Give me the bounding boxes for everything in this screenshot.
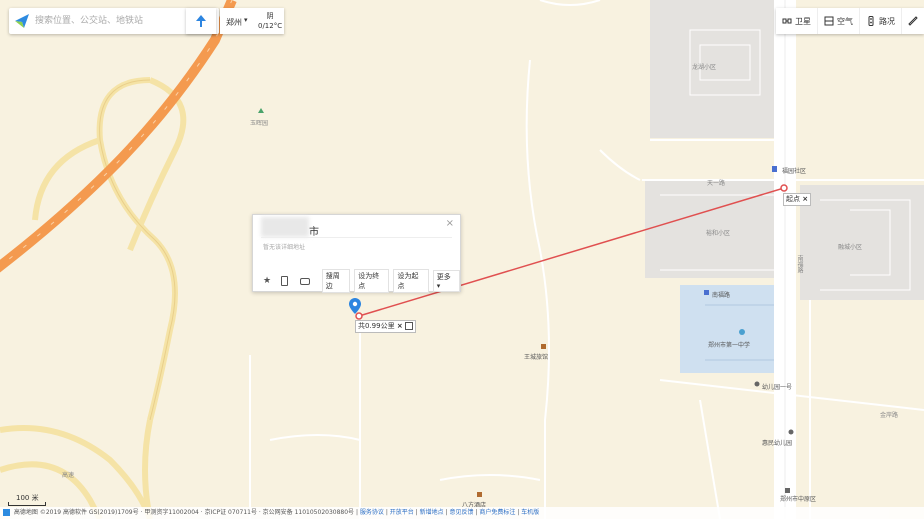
footer-link-feedback[interactable]: 意见反馈 (449, 509, 473, 516)
chevron-down-icon: ▾ (244, 16, 248, 24)
footer-link-terms[interactable]: 服务协议 (360, 509, 384, 516)
city-name[interactable]: 郑州 (226, 17, 242, 28)
footer-logo-icon (3, 509, 10, 516)
set-origin-button[interactable]: 设为起点 (393, 269, 429, 293)
map-toolbar: 卫星 空气 路况 (776, 8, 924, 34)
popup-divider (261, 237, 452, 238)
hotel-icon (541, 344, 546, 349)
kindergarten2-icon (788, 429, 794, 435)
kindergarten-icon (754, 381, 760, 387)
measure-start-tag: 起点 × (783, 193, 812, 206)
office-icon (785, 488, 790, 493)
campus-icon (739, 329, 745, 335)
ruler-toggle[interactable] (902, 8, 924, 34)
satellite-toggle[interactable]: 卫星 (776, 8, 818, 34)
map-label-road-south: 南福路 (712, 292, 731, 299)
map-label-mid-block: 天一路 (707, 180, 726, 187)
directions-button[interactable] (186, 8, 216, 34)
footer-link-open-platform[interactable]: 开放平台 (390, 509, 414, 516)
directions-icon (196, 15, 206, 27)
map-label-hotel: 王城旅馆 (524, 354, 549, 361)
measure-start-label: 起点 (786, 195, 800, 203)
measure-menu-icon[interactable] (404, 322, 413, 330)
air-icon (824, 16, 834, 26)
map-label-road-right: 金岸路 (880, 412, 899, 419)
map-label-kindergarten: 幼儿园一号 (762, 384, 793, 391)
weather-temperature: 0/12°C (258, 22, 283, 30)
satellite-icon (782, 18, 792, 24)
footer-copyright: 高德地图 ©2019 高德软件 GS(2019)1709号 · 甲测资字1100… (13, 509, 355, 516)
map-label-avenue: 南福路 (796, 255, 803, 273)
traffic-toggle[interactable]: 路况 (860, 8, 902, 34)
blurred-address (261, 217, 309, 237)
scale-label: 100 米 (16, 494, 39, 502)
air-toggle[interactable]: 空气 (818, 8, 860, 34)
car-icon[interactable] (299, 277, 310, 285)
popup-subtitle: 暂无该详细地址 (263, 244, 306, 251)
map-label-far-left: 高速 (62, 472, 75, 479)
footer-link-add-place[interactable]: 新增地点 (420, 509, 444, 516)
favorite-star-icon[interactable]: ★ (263, 276, 271, 286)
remove-measure-icon[interactable]: × (397, 322, 403, 330)
popup-actions: ★ 搜周边 设为终点 设为起点 更多 ▾ (263, 269, 460, 293)
traffic-icon (868, 16, 874, 26)
footer: 高德地图 ©2019 高德软件 GS(2019)1709号 · 甲测资字1100… (0, 507, 924, 519)
map-scale: 100 米 (8, 493, 46, 506)
search-nearby-button[interactable]: 搜周边 (321, 269, 351, 293)
weather-condition: 阴 (266, 12, 274, 20)
popup-title: 市 (309, 227, 319, 238)
air-label: 空气 (837, 16, 853, 26)
footer-link-merchant[interactable]: 商户免费标注 (479, 509, 515, 516)
measure-end-point[interactable] (355, 312, 363, 320)
map-label-school-top: 裕和小区 (706, 230, 731, 237)
map-label-school: 郑州市第一中学 (708, 342, 751, 349)
ruler-icon (908, 16, 918, 26)
restaurant-icon (477, 492, 482, 497)
remove-start-icon[interactable]: × (802, 195, 808, 203)
more-label: 更多 (436, 273, 451, 281)
traffic-label: 路况 (879, 16, 895, 26)
map-label-villa: 玉晖园 (250, 120, 269, 127)
building-icon (772, 166, 777, 172)
satellite-label: 卫星 (795, 16, 811, 26)
measure-start-point[interactable] (780, 184, 788, 192)
close-icon[interactable]: × (446, 218, 454, 229)
measure-distance-label: 共0.99公里 (358, 322, 395, 330)
map-label-bottom-right: 郑州市中原区 (780, 496, 817, 503)
measure-distance-tag: 共0.99公里 × (355, 320, 416, 333)
phone-icon[interactable] (281, 276, 288, 286)
school-icon (704, 290, 709, 295)
weather-widget: 阴 0/12°C (258, 11, 282, 31)
search-input[interactable] (35, 11, 185, 31)
map-label-poi-top: 福园社区 (782, 168, 807, 175)
amap-logo-icon (15, 14, 29, 28)
city-selector[interactable]: 郑州 ▾ 阴 0/12°C (220, 8, 284, 34)
scale-bar (8, 502, 46, 506)
map-label-kindergarten2: 惠民幼儿园 (762, 440, 793, 447)
map-label-north-area: 龙湖小区 (692, 64, 717, 71)
more-button[interactable]: 更多 ▾ (432, 270, 460, 292)
footer-link-car[interactable]: 车机版 (521, 509, 539, 516)
map-label-right-area: 融城小区 (838, 244, 863, 251)
set-destination-button[interactable]: 设为终点 (354, 269, 390, 293)
location-popup: 市 × 暂无该详细地址 ★ 搜周边 设为终点 设为起点 更多 ▾ (252, 214, 461, 293)
